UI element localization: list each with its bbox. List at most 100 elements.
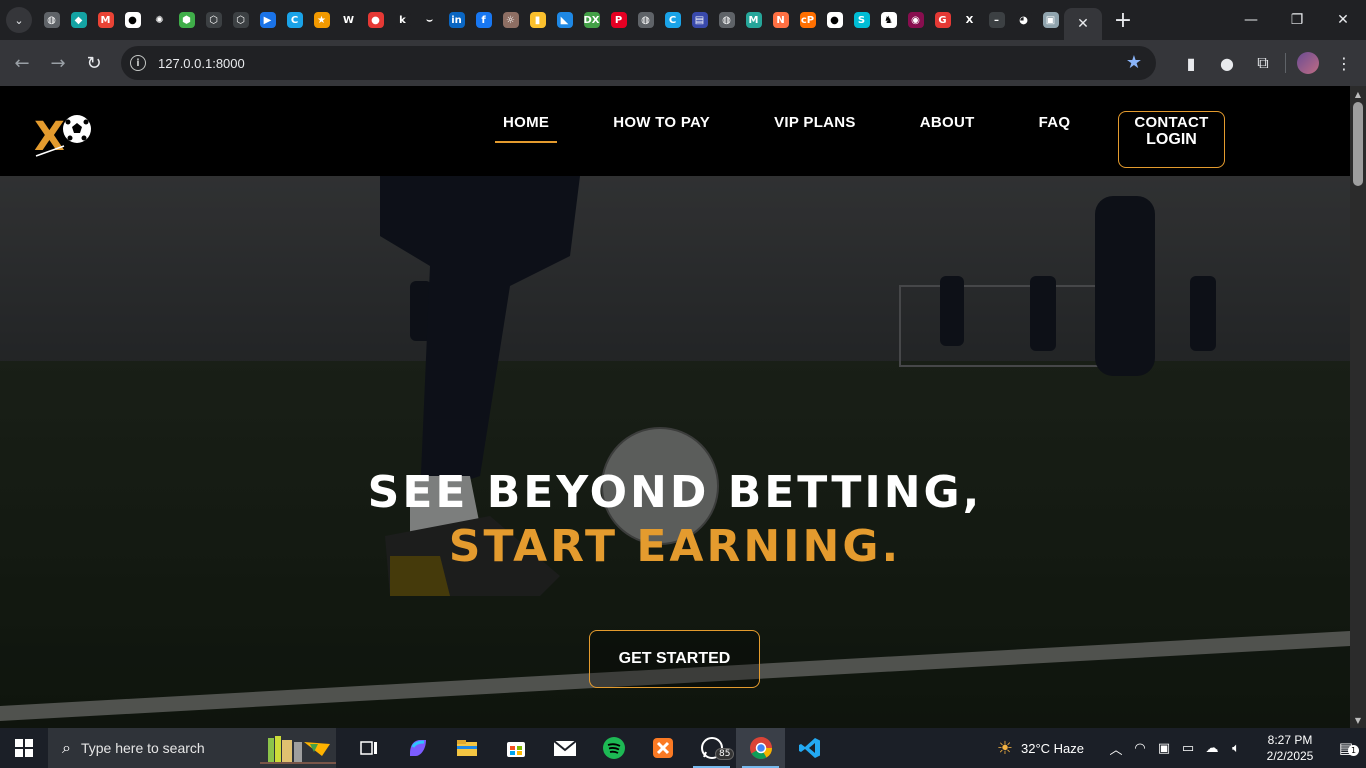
pinned-tab[interactable]: W: [335, 5, 362, 35]
minimize-icon[interactable]: —: [1228, 0, 1274, 40]
copilot-icon[interactable]: [393, 728, 442, 768]
nav-home[interactable]: HOME: [495, 86, 558, 167]
battery-icon[interactable]: ▭: [1176, 741, 1200, 756]
globe3-icon: ◍: [718, 12, 735, 28]
pinned-tab[interactable]: ◍: [713, 5, 740, 35]
scroll-down-icon[interactable]: ▼: [1350, 712, 1366, 728]
windows-logo-icon: [15, 739, 33, 757]
login-button[interactable]: LOGIN: [1118, 111, 1225, 168]
pinned-tab[interactable]: –: [983, 5, 1010, 35]
pinned-tab[interactable]: ●: [119, 5, 146, 35]
pinned-tab[interactable]: ★: [308, 5, 335, 35]
pinned-tab[interactable]: ⬡: [200, 5, 227, 35]
pinned-tab[interactable]: ☼: [497, 5, 524, 35]
meet-now-icon[interactable]: ▣: [1152, 741, 1176, 756]
file-explorer-icon[interactable]: [442, 728, 491, 768]
new-tab-button[interactable]: +: [1108, 5, 1138, 35]
binance-icon: ◆: [70, 12, 87, 28]
pinned-tab[interactable]: k: [389, 5, 416, 35]
pinned-tab[interactable]: ⬢: [173, 5, 200, 35]
extensions-puzzle-icon[interactable]: ⧉: [1249, 45, 1277, 81]
active-tab-close-icon[interactable]: ✕: [1064, 8, 1102, 40]
pinned-tab[interactable]: ◕: [1010, 5, 1037, 35]
profile-avatar[interactable]: [1294, 45, 1322, 81]
x-icon: X: [961, 12, 978, 28]
tray-chevron-up-icon[interactable]: ︿: [1104, 739, 1128, 758]
pinned-tab[interactable]: ●: [821, 5, 848, 35]
extension-panda-icon[interactable]: ●: [1213, 45, 1241, 81]
taskbar-clock[interactable]: 8:27 PM 2/2/2025: [1254, 732, 1326, 764]
reading-list-icon[interactable]: ▮: [1177, 45, 1205, 81]
c2-icon: C: [664, 12, 681, 28]
address-url[interactable]: 127.0.0.1:8000: [158, 56, 245, 71]
pinned-tab[interactable]: X: [956, 5, 983, 35]
taskbar-search[interactable]: ⌕ Type here to search: [48, 728, 336, 768]
pinned-tab[interactable]: N: [767, 5, 794, 35]
start-button[interactable]: [0, 728, 48, 768]
whatsapp-icon[interactable]: 85: [687, 728, 736, 768]
pinned-tab[interactable]: C: [281, 5, 308, 35]
vscode-icon[interactable]: [785, 728, 834, 768]
pinned-tab[interactable]: ✺: [146, 5, 173, 35]
volume-icon[interactable]: 🔈︎: [1224, 741, 1248, 756]
pinned-tab[interactable]: ▮: [524, 5, 551, 35]
pinned-tab[interactable]: S: [848, 5, 875, 35]
network-icon[interactable]: ◠: [1128, 741, 1152, 756]
tab-search-chevron-icon[interactable]: ⌄: [6, 7, 32, 33]
forward-icon[interactable]: →: [40, 45, 76, 81]
pinned-tab[interactable]: DX: [578, 5, 605, 35]
pinned-tab[interactable]: ⬡: [227, 5, 254, 35]
nav-about[interactable]: ABOUT: [912, 86, 983, 167]
pinned-tabs: ◍ ◆ M ● ✺ ⬢ ⬡ ⬡ ▶ C ★ W ● k ⌣ in f ☼ ▮ ◣ DX P ◍ C ▤ ◍ M NcP ● S ♞ ◉ G X – ◕…: [38, 5, 1064, 35]
pinned-tab[interactable]: ▤: [686, 5, 713, 35]
xampp-icon[interactable]: [638, 728, 687, 768]
whatsapp-unread-badge: 85: [715, 748, 735, 760]
linkedin-icon: in: [448, 12, 465, 28]
nav-faq[interactable]: FAQ: [1031, 86, 1079, 167]
pinned-tab[interactable]: ⌣: [416, 5, 443, 35]
chrome-icon[interactable]: [736, 728, 785, 768]
nav-how-to-pay[interactable]: HOW TO PAY: [605, 86, 718, 167]
site-info-icon[interactable]: i: [130, 55, 146, 71]
nav-vip-plans[interactable]: VIP PLANS: [766, 86, 864, 167]
record-icon: ●: [367, 12, 384, 28]
pinned-tab[interactable]: P: [605, 5, 632, 35]
pinned-tab[interactable]: ◆: [65, 5, 92, 35]
pinned-tab[interactable]: ●: [362, 5, 389, 35]
site-logo[interactable]: X: [34, 110, 98, 160]
notification-center-icon[interactable]: ▤ 1: [1326, 739, 1366, 757]
pinned-tab[interactable]: f: [470, 5, 497, 35]
pinned-tab[interactable]: ▶: [254, 5, 281, 35]
page-scrollbar[interactable]: ▲ ▼: [1350, 86, 1366, 728]
back-icon[interactable]: ←: [4, 45, 40, 81]
pinned-tab[interactable]: ◍: [632, 5, 659, 35]
pinned-tab[interactable]: G: [929, 5, 956, 35]
pinned-tab[interactable]: M: [740, 5, 767, 35]
pinned-tab[interactable]: cP: [794, 5, 821, 35]
pinned-tab[interactable]: ▣: [1037, 5, 1064, 35]
browser-tab-bar: ⌄ ◍ ◆ M ● ✺ ⬢ ⬡ ⬡ ▶ C ★ W ● k ⌣ in f ☼ ▮ ◣ DX P ◍ C ▤ ◍ M NcP ● S ♞ ◉ G X…: [0, 0, 1366, 40]
close-window-icon[interactable]: ✕: [1320, 0, 1366, 40]
reload-icon[interactable]: ↻: [76, 45, 112, 81]
menu-kebab-icon[interactable]: ⋮: [1330, 45, 1358, 81]
onedrive-icon[interactable]: ☁: [1200, 741, 1224, 756]
pinned-tab[interactable]: C: [659, 5, 686, 35]
address-bar[interactable]: i 127.0.0.1:8000 ★: [121, 46, 1156, 80]
restore-icon[interactable]: ❐: [1274, 0, 1320, 40]
spotify-icon[interactable]: [589, 728, 638, 768]
pinned-tab[interactable]: ◣: [551, 5, 578, 35]
browser-toolbar: ← → ↻ i 127.0.0.1:8000 ★ ▮ ● ⧉ ⋮: [0, 40, 1366, 86]
pinned-tab[interactable]: ♞: [875, 5, 902, 35]
pinned-tab[interactable]: ◉: [902, 5, 929, 35]
microsoft-store-icon[interactable]: [491, 728, 540, 768]
get-started-button[interactable]: GET STARTED: [589, 630, 760, 688]
mail-icon[interactable]: [540, 728, 589, 768]
pinned-tab[interactable]: in: [443, 5, 470, 35]
pinned-tab[interactable]: M: [92, 5, 119, 35]
scroll-thumb[interactable]: [1353, 102, 1363, 186]
bookmark-star-icon[interactable]: ★: [1126, 52, 1142, 73]
task-view-icon[interactable]: [344, 728, 393, 768]
scroll-up-icon[interactable]: ▲: [1350, 86, 1366, 102]
weather-widget[interactable]: ☀ 32°C Haze: [997, 738, 1084, 759]
pinned-tab[interactable]: ◍: [38, 5, 65, 35]
